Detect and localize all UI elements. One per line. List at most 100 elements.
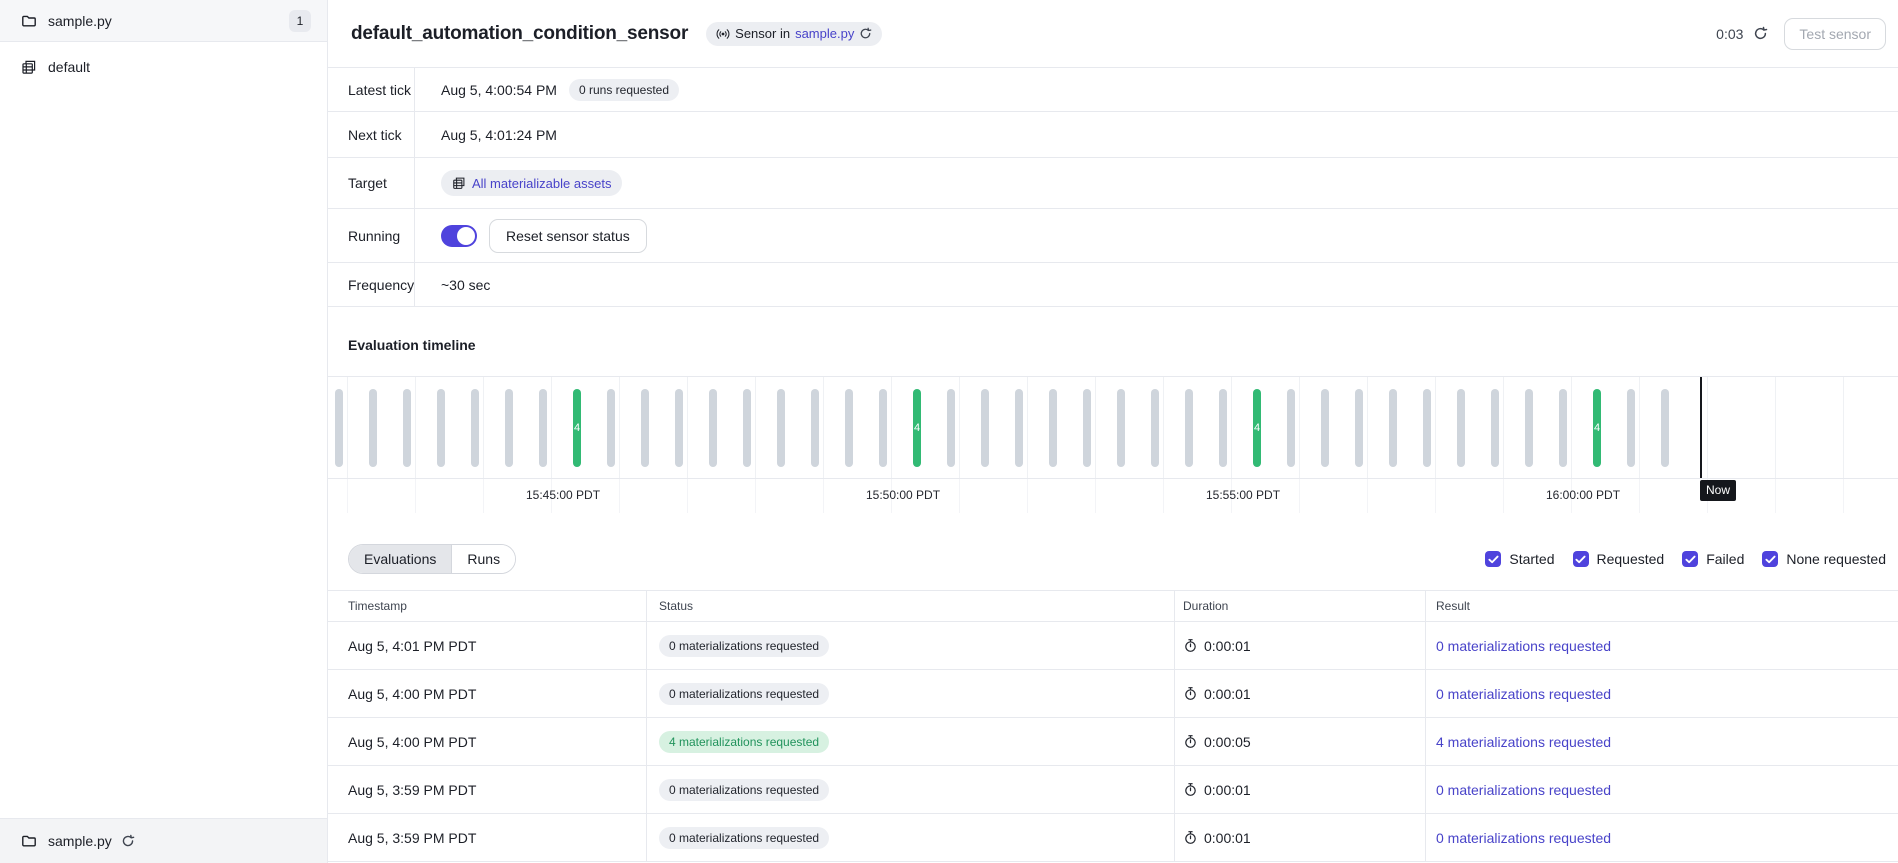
- running-toggle[interactable]: [441, 225, 477, 247]
- tab-runs[interactable]: Runs: [452, 545, 515, 573]
- timeline-tick[interactable]: [675, 389, 683, 467]
- status-badge: 0 materializations requested: [659, 635, 829, 657]
- tick-run-count: 4: [574, 422, 580, 434]
- timeline-tick[interactable]: [1457, 389, 1465, 467]
- result-link[interactable]: 4 materializations requested: [1436, 734, 1611, 750]
- axis-gridline: [1775, 479, 1776, 513]
- timeline-tick[interactable]: [879, 389, 887, 467]
- timeline-tick[interactable]: [1049, 389, 1057, 467]
- timeline-tick[interactable]: [1151, 389, 1159, 467]
- timeline-gridline: [1299, 377, 1300, 478]
- refresh-icon[interactable]: [1753, 26, 1768, 41]
- filter-label: Failed: [1706, 551, 1744, 567]
- timeline-tick[interactable]: [403, 389, 411, 467]
- filter-started[interactable]: Started: [1485, 551, 1554, 567]
- filter-failed[interactable]: Failed: [1682, 551, 1744, 567]
- result-link[interactable]: 0 materializations requested: [1436, 686, 1611, 702]
- timeline-tick-success[interactable]: 4: [1593, 389, 1601, 467]
- timeline-tick[interactable]: [743, 389, 751, 467]
- timeline-tick[interactable]: [505, 389, 513, 467]
- timeline-tick[interactable]: [539, 389, 547, 467]
- timeline-tick[interactable]: [845, 389, 853, 467]
- sidebar-footer-code-location[interactable]: sample.py: [0, 818, 327, 863]
- timeline-gridline: [1571, 377, 1572, 478]
- axis-gridline: [1095, 479, 1096, 513]
- timeline-tick[interactable]: [607, 389, 615, 467]
- result-link[interactable]: 0 materializations requested: [1436, 638, 1611, 654]
- target-assets-link[interactable]: All materializable assets: [441, 170, 622, 196]
- axis-gridline: [687, 479, 688, 513]
- timeline-tick[interactable]: [1015, 389, 1023, 467]
- timeline-gridline: [347, 377, 348, 478]
- now-marker-line: [1700, 377, 1702, 478]
- filter-none-requested[interactable]: None requested: [1762, 551, 1886, 567]
- checkbox-failed[interactable]: [1682, 551, 1698, 567]
- sidebar-item-repository[interactable]: default: [0, 47, 327, 87]
- timeline-tick[interactable]: [1661, 389, 1669, 467]
- checkbox-started[interactable]: [1485, 551, 1501, 567]
- timeline-tick[interactable]: [1423, 389, 1431, 467]
- checkbox-requested[interactable]: [1573, 551, 1589, 567]
- timeline-tick[interactable]: [1627, 389, 1635, 467]
- timeline-tick[interactable]: [947, 389, 955, 467]
- timeline-gridline: [1027, 377, 1028, 478]
- table-row: Aug 5, 4:01 PM PDT 0 materializations re…: [328, 622, 1898, 670]
- timeline-gridline: [1503, 377, 1504, 478]
- table-row: Aug 5, 4:00 PM PDT 4 materializations re…: [328, 718, 1898, 766]
- timeline-tick[interactable]: [437, 389, 445, 467]
- result-link[interactable]: 0 materializations requested: [1436, 830, 1611, 846]
- tab-evaluations[interactable]: Evaluations: [349, 545, 452, 573]
- timeline-tick-success[interactable]: 4: [573, 389, 581, 467]
- axis-tick-label: 15:55:00 PDT: [1206, 488, 1280, 502]
- info-label: Frequency: [328, 263, 415, 306]
- page-title: default_automation_condition_sensor: [351, 23, 688, 45]
- timeline-tick[interactable]: [1321, 389, 1329, 467]
- test-sensor-button[interactable]: Test sensor: [1784, 18, 1886, 50]
- timeline-gridline: [1775, 377, 1776, 478]
- reload-icon[interactable]: [859, 27, 872, 40]
- duration-value: 0:00:01: [1204, 638, 1251, 654]
- timeline-gridline: [1163, 377, 1164, 478]
- info-row-next-tick: Next tick Aug 5, 4:01:24 PM: [328, 112, 1898, 158]
- timeline-tick[interactable]: [1525, 389, 1533, 467]
- timeline-tick[interactable]: [1491, 389, 1499, 467]
- timeline-tick[interactable]: [811, 389, 819, 467]
- sidebar-item-code-location[interactable]: sample.py 1: [0, 0, 327, 42]
- timeline-tick[interactable]: [1185, 389, 1193, 467]
- timeline-tick[interactable]: [981, 389, 989, 467]
- sensor-badge-prefix: Sensor in: [735, 26, 790, 41]
- reset-sensor-status-button[interactable]: Reset sensor status: [489, 219, 647, 253]
- timeline-tick[interactable]: [335, 389, 343, 467]
- reload-icon[interactable]: [121, 834, 135, 848]
- timeline-tick-success[interactable]: 4: [913, 389, 921, 467]
- status-filters: Started Requested Failed None requested: [1485, 551, 1886, 567]
- axis-tick-label: 15:50:00 PDT: [866, 488, 940, 502]
- timeline-gridline: [1435, 377, 1436, 478]
- timeline-tick[interactable]: [1083, 389, 1091, 467]
- timeline-tick[interactable]: [1355, 389, 1363, 467]
- timeline-tick-success[interactable]: 4: [1253, 389, 1261, 467]
- evaluations-table: Timestamp Status Duration Result Aug 5, …: [328, 590, 1898, 862]
- timeline-tick[interactable]: [369, 389, 377, 467]
- timeline-gridline: [823, 377, 824, 478]
- timeline-tick[interactable]: [641, 389, 649, 467]
- timeline-tick[interactable]: [1287, 389, 1295, 467]
- checkbox-none-requested[interactable]: [1762, 551, 1778, 567]
- filter-requested[interactable]: Requested: [1573, 551, 1665, 567]
- timeline-tick[interactable]: [709, 389, 717, 467]
- timeline-tick[interactable]: [777, 389, 785, 467]
- timeline-tick[interactable]: [1219, 389, 1227, 467]
- sensor-badge-location-link[interactable]: sample.py: [795, 26, 854, 41]
- timeline-tick[interactable]: [1389, 389, 1397, 467]
- info-label: Running: [328, 209, 415, 262]
- view-segmented-control: Evaluations Runs: [348, 544, 516, 574]
- timeline-tick[interactable]: [1117, 389, 1125, 467]
- tick-run-count: 4: [1254, 422, 1260, 434]
- result-link[interactable]: 0 materializations requested: [1436, 782, 1611, 798]
- timeline-gridline: [1707, 377, 1708, 478]
- duration-value: 0:00:05: [1204, 734, 1251, 750]
- timeline-tick[interactable]: [1559, 389, 1567, 467]
- evaluations-toolbar: Evaluations Runs Started Requested Faile…: [348, 544, 1886, 574]
- timeline-tick[interactable]: [471, 389, 479, 467]
- table-row: Aug 5, 3:59 PM PDT 0 materializations re…: [328, 814, 1898, 862]
